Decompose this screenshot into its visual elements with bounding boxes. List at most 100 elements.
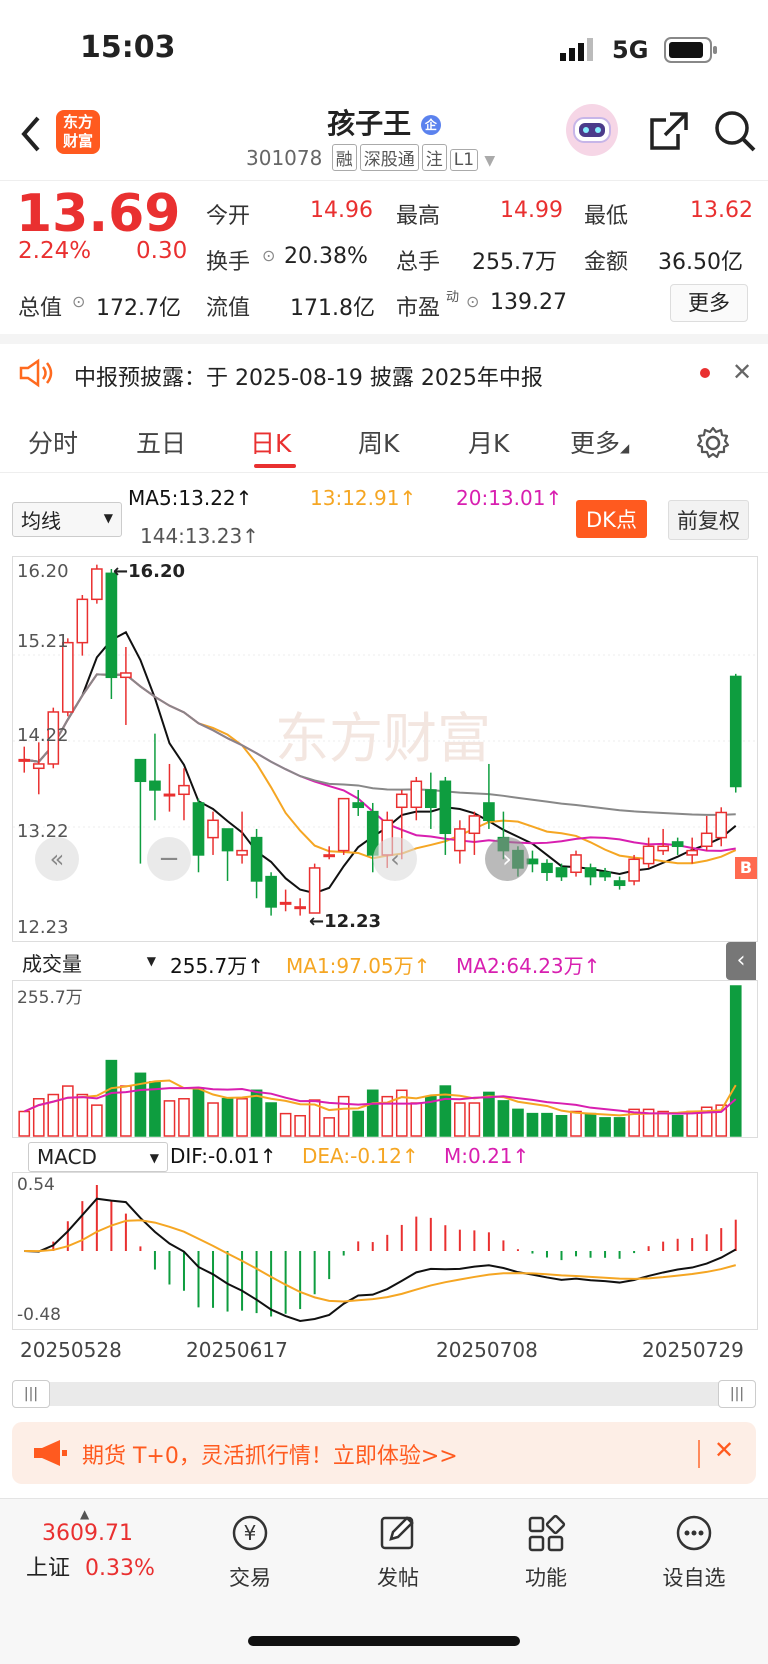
volume-bar xyxy=(18,1110,31,1137)
share-icon[interactable] xyxy=(648,110,690,156)
open-label: 今开 xyxy=(206,204,251,229)
candle xyxy=(424,789,437,809)
ma13-legend: 13:12.91↑ xyxy=(310,486,417,510)
candle xyxy=(613,880,626,887)
index-quote[interactable]: ▲ 3609.71 上证 0.33% xyxy=(22,1507,172,1582)
volume-bar xyxy=(555,1114,568,1137)
candle xyxy=(105,572,118,679)
volume-value-legend: 255.7万↑ xyxy=(170,954,265,978)
ma20-legend: 20:13.01↑ xyxy=(456,486,563,510)
macd-chart[interactable]: 0.54 -0.48 xyxy=(12,1172,758,1330)
tab-weekly-k[interactable]: 周K xyxy=(358,424,399,460)
volume-bar xyxy=(570,1110,582,1137)
candle xyxy=(570,854,582,874)
info-icon[interactable]: ⊙ xyxy=(466,292,479,311)
collapse-panel-icon[interactable]: ‹ xyxy=(726,942,756,980)
nav-label: 设自选 xyxy=(662,1566,726,1590)
dea-legend: DEA:-0.12↑ xyxy=(302,1144,419,1168)
candle xyxy=(134,758,147,783)
tab-daily-k[interactable]: 日K xyxy=(250,424,291,460)
svg-text:¥: ¥ xyxy=(244,1521,257,1545)
info-icon[interactable]: ⊙ xyxy=(72,292,85,311)
more-button[interactable]: 更多 xyxy=(670,284,748,322)
high-label: 最高 xyxy=(396,204,441,229)
macd-bottom-label: -0.48 xyxy=(17,1305,61,1325)
candle xyxy=(163,793,176,797)
nav-trade[interactable]: ¥ 交易 xyxy=(190,1513,310,1592)
m-legend: M:0.21↑ xyxy=(444,1144,530,1168)
tab-five-day[interactable]: 五日 xyxy=(136,424,186,460)
nav-watchlist[interactable]: 设自选 xyxy=(634,1513,754,1592)
scroll-right-icon[interactable]: › xyxy=(485,837,529,881)
indicator-select[interactable]: 均线 ▼ xyxy=(12,502,122,537)
dea-line xyxy=(24,1219,737,1303)
more-dots-icon xyxy=(634,1513,754,1562)
volume-bar xyxy=(207,1102,219,1137)
volume-chart[interactable]: 255.7万 xyxy=(12,980,758,1138)
dk-point-button[interactable]: DK点 xyxy=(576,500,647,538)
tab-monthly-k[interactable]: 月K xyxy=(468,424,509,460)
turnover-label: 换手 xyxy=(206,250,251,275)
volume-bar xyxy=(323,1117,336,1137)
nav-functions[interactable]: 功能 xyxy=(486,1513,606,1592)
volume-bar xyxy=(599,1117,611,1137)
high-marker: ←16.20 xyxy=(113,561,186,582)
promo-banner[interactable]: 期货 T+0，灵活抓行情！立即体验>> ✕ xyxy=(12,1422,756,1484)
nav-post[interactable]: 发帖 xyxy=(338,1513,458,1592)
kline-chart[interactable]: 东方财富 16.20 15.21 14.22 13.22 12.23 ←16.2… xyxy=(12,556,758,942)
close-icon[interactable]: ✕ xyxy=(732,358,752,386)
slider-handle-right[interactable]: ||| xyxy=(718,1380,756,1408)
volume-bar xyxy=(584,1112,597,1137)
range-slider[interactable]: ||| ||| xyxy=(12,1380,756,1408)
notice-bar[interactable]: 中报预披露：于 2025-08-19 披露 2025年中报 ✕ xyxy=(0,340,768,406)
volume-top-label: 255.7万 xyxy=(17,988,83,1008)
tab-more[interactable]: 更多◢ xyxy=(570,424,629,460)
volume-select[interactable]: 成交量 ▼ xyxy=(14,946,164,979)
high-value: 14.99 xyxy=(500,198,563,223)
volume-bar xyxy=(541,1112,553,1137)
volume-bar xyxy=(265,1102,277,1137)
volume-bar xyxy=(221,1098,234,1137)
float-cap-label: 流值 xyxy=(206,296,251,321)
volume-bar xyxy=(279,1112,292,1137)
zoom-out-icon[interactable]: − xyxy=(147,837,191,881)
dif-legend: DIF:-0.01↑ xyxy=(170,1144,277,1168)
tab-intraday[interactable]: 分时 xyxy=(28,424,78,460)
date-label: 20250729 xyxy=(642,1338,744,1362)
candle xyxy=(439,780,452,835)
slider-handle-left[interactable]: ||| xyxy=(12,1380,50,1408)
stock-tags[interactable]: 301078 融深股通注 L1 ▼ xyxy=(246,144,495,171)
volume-bar xyxy=(454,1102,466,1137)
close-icon[interactable]: ✕ xyxy=(714,1436,734,1464)
candle xyxy=(18,758,31,762)
candle xyxy=(599,871,611,878)
y-label: 14.22 xyxy=(17,725,69,746)
candle xyxy=(61,641,74,713)
adjust-button[interactable]: 前复权 xyxy=(668,500,749,540)
robot-assistant-icon[interactable] xyxy=(562,102,622,162)
ma5-legend: MA5:13.22↑ xyxy=(128,486,253,510)
volume-bar xyxy=(657,1110,669,1137)
rewind-icon[interactable]: « xyxy=(35,837,79,881)
candle xyxy=(352,802,365,809)
search-icon[interactable] xyxy=(712,108,758,158)
info-icon[interactable]: ⊙ xyxy=(262,246,275,265)
candle xyxy=(294,906,306,910)
scroll-left-icon[interactable]: ‹ xyxy=(373,837,417,881)
macd-select[interactable]: MACD ▼ xyxy=(28,1142,168,1172)
tag: 深股通 xyxy=(359,144,419,171)
candle xyxy=(265,875,277,908)
open-value: 14.96 xyxy=(310,198,373,223)
active-tab-indicator xyxy=(254,464,296,468)
volume-bar xyxy=(366,1089,379,1137)
candle xyxy=(76,598,89,644)
volume-bar xyxy=(352,1110,365,1137)
candle xyxy=(192,802,205,856)
volume-value: 255.7万 xyxy=(472,250,557,275)
candle xyxy=(250,836,263,882)
volume-bar xyxy=(613,1117,626,1137)
volume-bar xyxy=(512,1108,524,1137)
settings-icon[interactable] xyxy=(696,426,730,464)
volume-bar xyxy=(686,1110,699,1137)
candle xyxy=(221,828,234,852)
